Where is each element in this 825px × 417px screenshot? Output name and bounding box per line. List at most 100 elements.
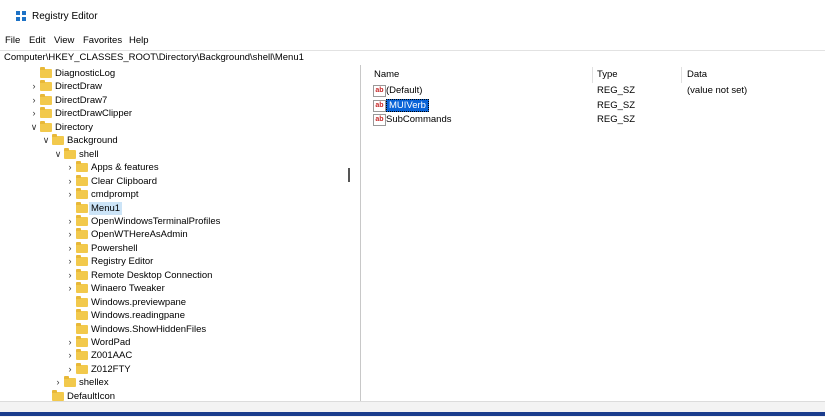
tree-item[interactable]: › OpenWindowsTerminalProfiles <box>0 214 340 228</box>
folder-icon <box>40 67 52 78</box>
tree-item[interactable]: ∨ Background <box>0 134 340 147</box>
tree-item-label[interactable]: Z012FTY <box>91 363 131 376</box>
tree-item[interactable]: › Registry Editor <box>0 255 340 268</box>
tree-item-label[interactable]: Remote Desktop Connection <box>91 269 212 282</box>
value-row[interactable]: ab SubCommands REG_SZ <box>367 113 825 126</box>
tree-item-label[interactable]: Directory <box>55 121 93 134</box>
chevron-right-icon[interactable]: › <box>66 282 74 295</box>
folder-icon <box>76 322 88 334</box>
values-pane[interactable]: Name Type Data ab (Default) REG_SZ (value n… <box>367 65 825 401</box>
tree-item[interactable]: › shellex <box>0 376 340 389</box>
tree-item[interactable]: › DirectDraw <box>0 80 340 93</box>
tree-item[interactable]: ∨ Directory <box>0 120 340 134</box>
chevron-right-icon[interactable]: › <box>66 175 74 188</box>
chevron-right-icon[interactable]: › <box>66 188 74 201</box>
title-bar: Registry Editor <box>0 0 825 33</box>
column-separator[interactable] <box>681 67 682 83</box>
value-name[interactable]: SubCommands <box>386 113 451 126</box>
tree-item-label[interactable]: shellex <box>79 376 109 389</box>
address-bar[interactable]: Computer\HKEY_CLASSES_ROOT\Directory\Bac… <box>0 50 825 66</box>
tree-item[interactable]: › DirectDraw7 <box>0 93 340 107</box>
menu-help[interactable]: Help <box>129 35 149 46</box>
tree-item[interactable]: Windows.previewpane <box>0 295 340 309</box>
chevron-right-icon[interactable]: › <box>54 376 62 389</box>
tree-item-label[interactable]: OpenWindowsTerminalProfiles <box>91 215 220 228</box>
chevron-right-icon[interactable]: › <box>66 242 74 255</box>
chevron-right-icon[interactable]: › <box>30 107 38 120</box>
tree-item[interactable]: › Powershell <box>0 241 340 255</box>
tree-item[interactable]: ∨ shell <box>0 147 340 161</box>
value-row[interactable]: ab (Default) REG_SZ (value not set) <box>367 84 825 97</box>
chevron-right-icon[interactable]: › <box>66 336 74 349</box>
tree-item[interactable]: Windows.ShowHiddenFiles <box>0 322 340 336</box>
column-header-name[interactable]: Name <box>374 69 399 80</box>
no-chevron <box>66 323 74 336</box>
tree-item-label[interactable]: shell <box>79 148 99 161</box>
tree-item[interactable]: › OpenWTHereAsAdmin <box>0 228 340 241</box>
menu-view[interactable]: View <box>54 35 74 46</box>
no-chevron <box>66 296 74 309</box>
folder-icon <box>76 309 88 321</box>
chevron-right-icon[interactable]: › <box>66 255 74 268</box>
chevron-down-icon[interactable]: ∨ <box>42 134 50 147</box>
tree-item[interactable]: › DirectDrawClipper <box>0 107 340 120</box>
menu-file[interactable]: File <box>5 35 20 46</box>
menu-favorites[interactable]: Favorites <box>83 35 122 46</box>
tree-item[interactable]: › Z001AAC <box>0 349 340 362</box>
chevron-right-icon[interactable]: › <box>66 161 74 174</box>
tree-item[interactable]: › Remote Desktop Connection <box>0 268 340 282</box>
string-value-icon: ab <box>373 114 386 126</box>
address-path[interactable]: Computer\HKEY_CLASSES_ROOT\Directory\Bac… <box>4 52 304 63</box>
chevron-right-icon[interactable]: › <box>66 363 74 376</box>
menu-bar: File Edit View Favorites Help <box>0 35 825 49</box>
tree-item-label[interactable]: Apps & features <box>91 161 159 174</box>
tree-item-label[interactable]: WordPad <box>91 336 130 349</box>
column-header-data[interactable]: Data <box>687 69 707 80</box>
value-row[interactable]: ab MUIVerb REG_SZ <box>367 98 825 112</box>
tree-item-label[interactable]: DirectDrawClipper <box>55 107 132 120</box>
key-tree[interactable]: DiagnosticLog › DirectDraw › DirectDraw7 › Dir… <box>0 65 360 401</box>
splitter-grip[interactable] <box>348 168 350 182</box>
tree-item[interactable]: › Z012FTY <box>0 362 340 376</box>
chevron-right-icon[interactable]: › <box>30 80 38 93</box>
chevron-right-icon[interactable]: › <box>66 228 74 241</box>
tree-item[interactable]: › Clear Clipboard <box>0 174 340 188</box>
string-value-icon: ab <box>373 85 386 97</box>
tree-item-label[interactable]: Z001AAC <box>91 349 132 362</box>
tree-item-label[interactable]: OpenWTHereAsAdmin <box>91 228 188 241</box>
tree-item[interactable]: › Apps & features <box>0 161 340 174</box>
tree-item[interactable]: › cmdprompt <box>0 188 340 201</box>
chevron-right-icon[interactable]: › <box>66 215 74 228</box>
tree-item-label[interactable]: Windows.previewpane <box>91 296 186 309</box>
tree-item-label[interactable]: DirectDraw7 <box>55 94 107 107</box>
menu-edit[interactable]: Edit <box>29 35 45 46</box>
chevron-down-icon[interactable]: ∨ <box>54 148 62 161</box>
tree-item-label[interactable]: Registry Editor <box>91 255 153 268</box>
tree-item[interactable]: DefaultIcon <box>0 389 340 401</box>
tree-item-label[interactable]: Windows.readingpane <box>91 309 185 322</box>
tree-item-label[interactable]: Clear Clipboard <box>91 175 157 188</box>
tree-item[interactable]: › Winaero Tweaker <box>0 282 340 295</box>
tree-item[interactable]: › WordPad <box>0 336 340 349</box>
tree-item-label[interactable]: Winaero Tweaker <box>91 282 165 295</box>
value-name[interactable]: (Default) <box>386 84 422 97</box>
column-header-type[interactable]: Type <box>597 69 618 80</box>
tree-item[interactable]: Menu1 <box>0 201 340 215</box>
chevron-right-icon[interactable]: › <box>30 94 38 107</box>
chevron-down-icon[interactable]: ∨ <box>30 121 38 134</box>
chevron-right-icon[interactable]: › <box>66 269 74 282</box>
column-separator[interactable] <box>592 67 593 83</box>
tree-item[interactable]: DiagnosticLog <box>0 67 340 80</box>
no-chevron <box>42 390 50 401</box>
tree-item[interactable]: Windows.readingpane <box>0 309 340 322</box>
value-name[interactable]: MUIVerb <box>386 98 429 112</box>
tree-item-label[interactable]: DefaultIcon <box>67 390 115 401</box>
tree-item-label[interactable]: Background <box>67 134 118 147</box>
tree-item-label[interactable]: Windows.ShowHiddenFiles <box>91 323 206 336</box>
chevron-right-icon[interactable]: › <box>66 349 74 362</box>
tree-item-label[interactable]: DirectDraw <box>55 80 102 93</box>
tree-item-label[interactable]: Powershell <box>91 242 137 255</box>
tree-item-label[interactable]: Menu1 <box>89 201 123 215</box>
tree-item-label[interactable]: DiagnosticLog <box>55 67 115 80</box>
tree-item-label[interactable]: cmdprompt <box>91 188 139 201</box>
